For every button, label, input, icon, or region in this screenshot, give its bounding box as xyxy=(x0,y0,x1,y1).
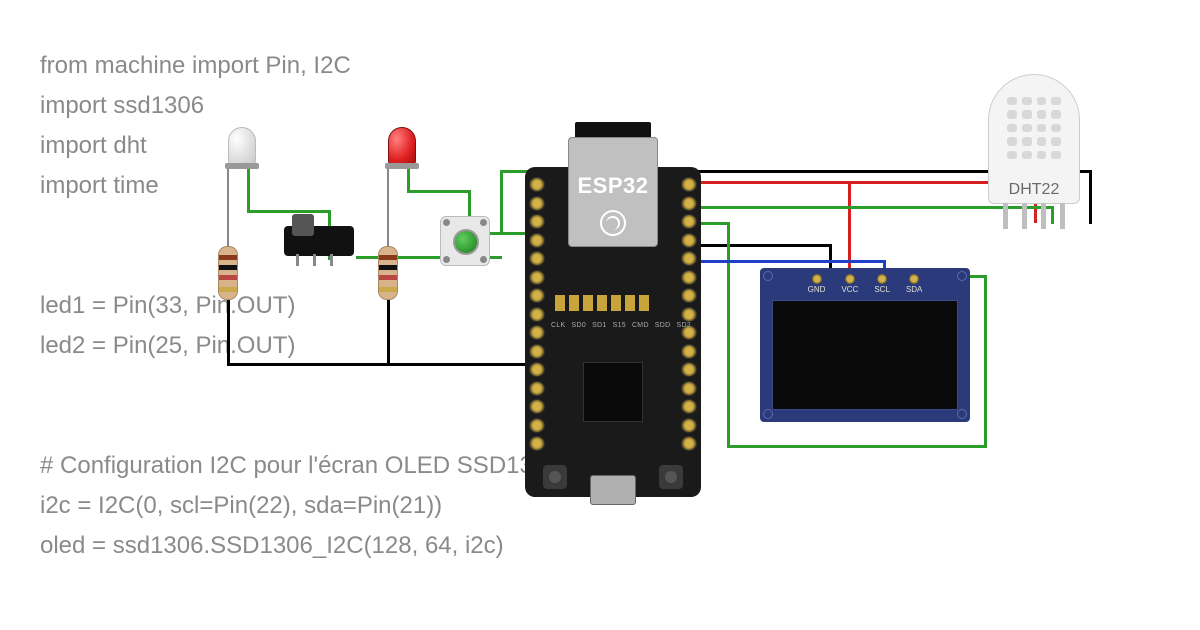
esp32-pins-left xyxy=(529,177,545,451)
slide-switch xyxy=(284,226,354,256)
circuit-diagram: ESP32 CLK SD0 SD1 S15 CMD SDD SD2 xyxy=(0,0,1200,630)
led-red-base xyxy=(385,163,419,169)
dht22-label: DHT22 xyxy=(989,181,1079,199)
wire-gnd-res2 xyxy=(387,300,390,366)
led-red xyxy=(388,127,416,165)
wire-sda xyxy=(694,260,886,263)
esp32-label: ESP32 xyxy=(569,173,657,199)
oled-screen xyxy=(772,300,958,410)
esp32-chip-icon xyxy=(583,362,643,422)
esp32-boot-button xyxy=(659,465,683,489)
resistor-1 xyxy=(218,246,238,300)
esp32-usb-port-icon xyxy=(590,475,636,505)
led-clear-base xyxy=(225,163,259,169)
resistor-2 xyxy=(378,246,398,300)
oled-pin-header: GND VCC SCL SDA xyxy=(760,272,970,296)
wire-dht-data xyxy=(694,206,1054,209)
wire-gnd-rail xyxy=(227,363,533,366)
esp32-en-button xyxy=(543,465,567,489)
wire-scl xyxy=(727,222,730,448)
esp32-pins-right xyxy=(681,177,697,451)
wire-led1-anode xyxy=(247,210,331,213)
wire-sig-mcu xyxy=(500,170,503,234)
wire-gnd-res1 xyxy=(227,300,230,366)
wire-vcc-oled xyxy=(848,181,851,271)
oled-pin-gnd: GND xyxy=(808,285,826,294)
oled-pin-scl: SCL xyxy=(874,285,890,294)
espressif-logo-icon xyxy=(600,210,626,236)
wire-led2-anode xyxy=(407,165,410,193)
wire-gnd xyxy=(1089,170,1092,224)
led1-cathode-leg xyxy=(227,165,229,247)
esp32-shield: ESP32 xyxy=(568,137,658,247)
esp32-board: ESP32 CLK SD0 SD1 S15 CMD SDD SD2 xyxy=(525,167,701,497)
wire-scl xyxy=(727,445,987,448)
oled-pin-vcc: VCC xyxy=(841,285,858,294)
wire-scl xyxy=(984,275,987,448)
dht22-pins xyxy=(1003,203,1065,229)
led-clear xyxy=(228,127,256,165)
wire-led2-anode xyxy=(407,190,471,193)
wire-led1-anode xyxy=(247,165,250,213)
dht22-sensor: DHT22 xyxy=(988,74,1080,204)
oled-display: GND VCC SCL SDA xyxy=(760,268,970,422)
wire-gnd-oled xyxy=(694,244,832,247)
led2-cathode-leg xyxy=(387,165,389,247)
push-button xyxy=(440,216,490,266)
oled-pin-sda: SDA xyxy=(906,285,922,294)
